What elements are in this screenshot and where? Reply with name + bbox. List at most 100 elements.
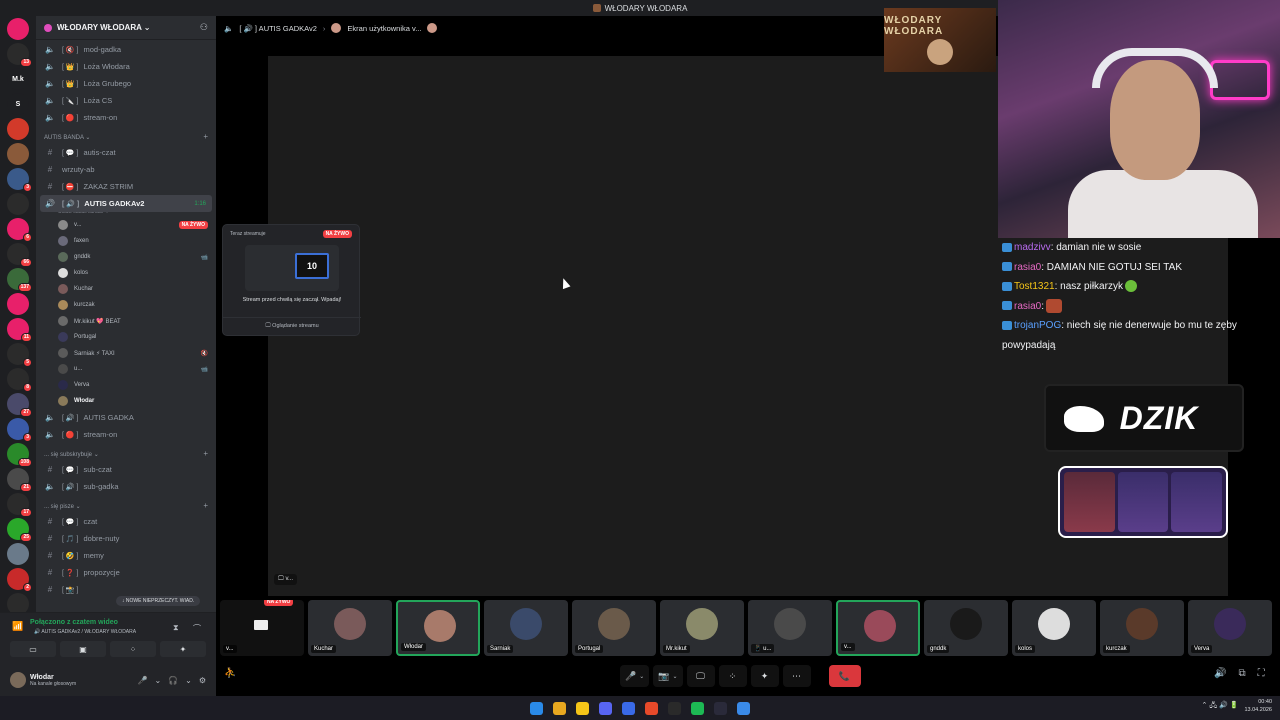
channel-item[interactable]: 🔈 [ 🔴 ] stream-on xyxy=(36,109,216,126)
fullscreen-icon[interactable]: ⛶ xyxy=(1258,668,1265,679)
server-icon[interactable]: 66 xyxy=(7,243,32,267)
participant-tile[interactable]: 📱 u... xyxy=(748,600,832,656)
channel-category[interactable]: ... się pisze ⌄ + xyxy=(36,495,216,513)
chevron-down-icon[interactable]: ⌄ xyxy=(185,676,192,685)
server-icon[interactable]: 5 xyxy=(7,343,32,367)
chevron-down-icon[interactable]: ⌄ xyxy=(639,673,644,680)
channel-item[interactable]: # [ 🤣 ] memy xyxy=(36,547,216,564)
server-icon[interactable]: 3 xyxy=(7,418,32,442)
server-icon[interactable]: 27 xyxy=(7,393,32,417)
server-icon[interactable] xyxy=(7,193,29,215)
channel-item[interactable]: # [ 🎵 ] dobre-nuty xyxy=(36,530,216,547)
participant-tile[interactable]: kurczak xyxy=(1100,600,1184,656)
voice-location[interactable]: 🔊 AUTIS GADKAv2 / WŁODARY WŁODARA xyxy=(34,629,136,635)
gear-icon[interactable]: ⚙ xyxy=(199,676,206,685)
unread-messages-pill[interactable]: ↓ NOWE NIEPRZECZYT. WIAD. xyxy=(116,596,201,606)
taskbar-app-icon[interactable] xyxy=(553,701,566,715)
activities-button[interactable]: ⁘ xyxy=(110,641,156,657)
leave-call-button[interactable]: 📞 xyxy=(828,665,861,687)
chevron-down-icon[interactable]: ⌄ xyxy=(154,676,161,685)
participant-tile[interactable]: kolos xyxy=(1012,600,1096,656)
participant-tile[interactable]: Kuchar xyxy=(308,600,392,656)
server-icon[interactable]: 13 xyxy=(7,43,32,67)
voice-user[interactable]: faxen xyxy=(36,233,216,249)
taskbar-app-icon[interactable] xyxy=(668,701,681,715)
signal-icon[interactable]: 📶 xyxy=(12,621,23,632)
add-channel-icon[interactable]: + xyxy=(203,501,208,510)
channel-item[interactable]: 🔈 [ 👑 ] Loża Włodara xyxy=(36,58,216,75)
taskbar-app-icon[interactable] xyxy=(576,701,589,715)
channel-item[interactable]: # [ 💬 ] autis-czat xyxy=(36,144,216,161)
voice-user[interactable]: Włodar xyxy=(36,393,216,409)
activity-icon[interactable]: ⛹ xyxy=(224,668,236,679)
participant-tile[interactable]: Mr.kikut xyxy=(660,600,744,656)
mic-button[interactable]: 🎤 ⌄ xyxy=(620,665,650,687)
server-icon[interactable]: 108 xyxy=(7,443,32,467)
guild-header[interactable]: WŁODARY WŁODARA ⌄ ⚇ xyxy=(36,16,216,40)
server-icon[interactable]: 21 xyxy=(7,468,32,492)
more-button[interactable]: ⋯ xyxy=(782,665,811,687)
volume-icon[interactable]: 🔊 xyxy=(1214,668,1226,679)
channel-item[interactable]: 🔈 [ 🔪 ] Loża CS xyxy=(36,92,216,109)
voice-user[interactable]: Verva xyxy=(36,377,216,393)
server-icon[interactable] xyxy=(7,118,29,140)
participant-tile[interactable]: Sarniak xyxy=(484,600,568,656)
server-icon[interactable]: 2 xyxy=(7,568,32,592)
camera-button[interactable]: 📷 ⌄ xyxy=(653,665,683,687)
channel-item[interactable]: 🔈 [ 🔴 ] stream-on xyxy=(36,426,216,443)
server-icon[interactable]: 25 xyxy=(7,518,32,542)
taskbar-app-icon[interactable] xyxy=(691,701,704,715)
popout-icon[interactable]: ⧉ xyxy=(1238,668,1245,679)
voice-user[interactable]: Portugal xyxy=(36,329,216,345)
server-icon[interactable]: 137 xyxy=(7,268,32,292)
add-channel-icon[interactable]: + xyxy=(203,132,208,141)
watch-stream-button[interactable]: 🖵 Oglądanie streamu xyxy=(223,317,361,330)
share-screen-button[interactable]: 🖵 xyxy=(686,665,715,687)
taskbar-app-icon[interactable] xyxy=(530,701,543,715)
participant-tile[interactable]: v... xyxy=(836,600,920,656)
voice-user[interactable]: kolos xyxy=(36,265,216,281)
channel-item[interactable]: 🔈 [ 🔇 ] mod-gadka xyxy=(36,41,216,58)
channel-active[interactable]: 🔊 [ 🔊 ] AUTIS GADKAv2 1:16 xyxy=(40,195,212,212)
voice-user[interactable]: kurczak xyxy=(36,297,216,313)
channel-item[interactable]: # [ ❓ ] propozycje xyxy=(36,564,216,581)
disconnect-icon[interactable]: ⌒ xyxy=(193,623,201,634)
tray-icons[interactable]: ⌃ 🖧 🔊 🔋 xyxy=(1202,701,1239,712)
participant-tile[interactable]: Portugal xyxy=(572,600,656,656)
headphones-icon[interactable]: 🎧 xyxy=(168,676,178,685)
channel-category[interactable]: AUTIS BANDA ⌄ + xyxy=(36,126,216,144)
voice-user[interactable]: Sarniak ⚡ TAXI 🔇 xyxy=(36,345,216,361)
taskbar-app-icon[interactable] xyxy=(622,701,635,715)
channel-item[interactable]: # [ 💬 ] czat xyxy=(36,513,216,530)
channel-item[interactable]: 🔈 [ 🔊 ] AUTIS GADKA xyxy=(36,409,216,426)
voice-user[interactable]: u... 📹 xyxy=(36,361,216,377)
server-icon[interactable] xyxy=(7,143,29,165)
voice-user[interactable]: v... NA ŻYWO xyxy=(36,217,216,233)
taskbar-app-icon[interactable] xyxy=(714,701,727,715)
server-icon[interactable] xyxy=(7,18,29,40)
soundboard-button[interactable]: ✦ xyxy=(750,665,779,687)
mic-icon[interactable]: 🎤 xyxy=(137,676,147,685)
channel-category[interactable]: ... się subskrybuje ⌄ + xyxy=(36,443,216,461)
channel-item[interactable]: 🔈 [ 👑 ] Loża Grubego xyxy=(36,75,216,92)
server-icon[interactable]: 8 xyxy=(7,368,32,392)
taskbar-app-icon[interactable] xyxy=(599,701,612,715)
voice-user[interactable]: Kuchar xyxy=(36,281,216,297)
add-channel-icon[interactable]: + xyxy=(203,449,208,458)
clock[interactable]: 00:40 13.04.2026 xyxy=(1244,698,1272,714)
channel-item[interactable]: # [ 💬 ] sub-czat xyxy=(36,461,216,478)
soundboard-button[interactable]: ✦ xyxy=(160,641,206,657)
screen-share-button[interactable]: ▣ xyxy=(60,641,106,657)
voice-user[interactable]: Mr.kikut 💖 BEAT xyxy=(36,313,216,329)
server-icon[interactable]: M.k xyxy=(7,68,29,90)
taskbar-app-icon[interactable] xyxy=(737,701,750,715)
taskbar-app-icon[interactable] xyxy=(645,701,658,715)
server-icon[interactable]: S xyxy=(7,93,29,115)
activities-button[interactable]: ⁘ xyxy=(718,665,747,687)
participant-tile[interactable]: Verva xyxy=(1188,600,1272,656)
channel-item[interactable]: # [ ⛔ ] ZAKAZ STRIM xyxy=(36,178,216,195)
server-icon[interactable]: 6 xyxy=(7,218,32,242)
participant-tile[interactable]: gnddk xyxy=(924,600,1008,656)
channel-item[interactable]: 🔈 [ 🔊 ] sub-gadka xyxy=(36,478,216,495)
server-icon[interactable] xyxy=(7,543,29,565)
